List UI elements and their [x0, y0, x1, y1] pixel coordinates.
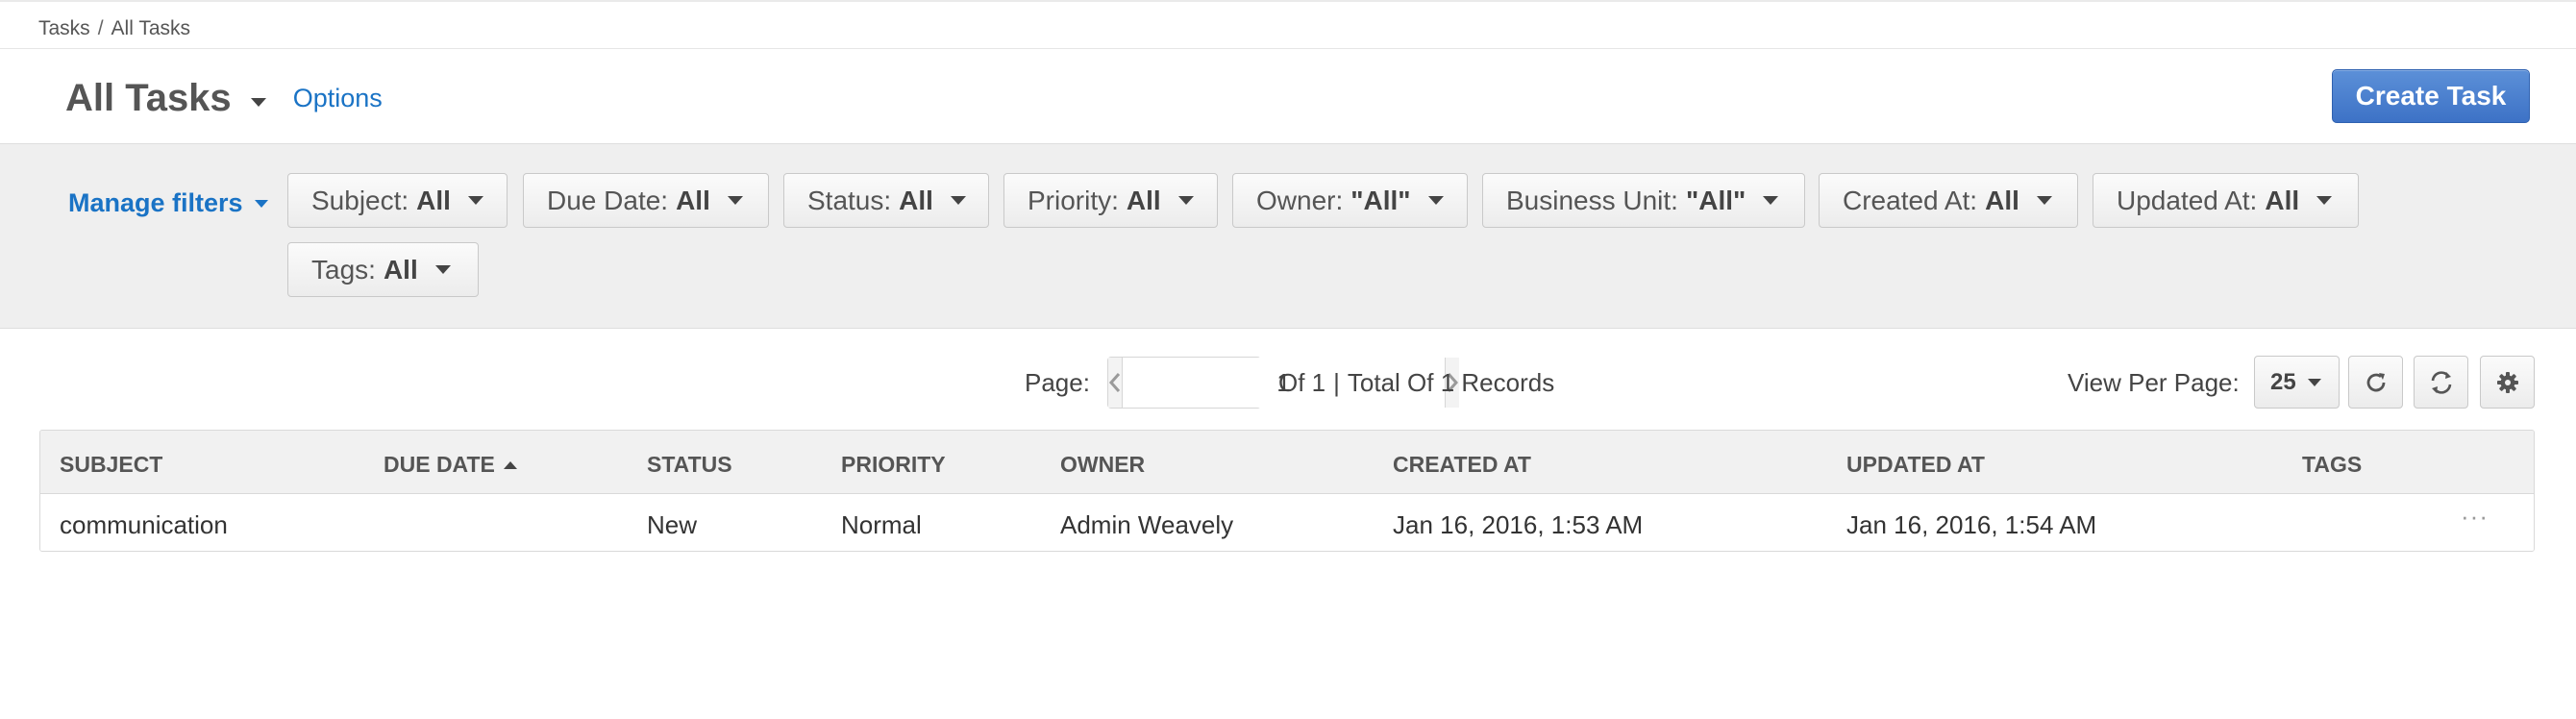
filter-label: Subject: — [311, 185, 409, 215]
filter-status[interactable]: Status: All — [783, 173, 989, 228]
chevron-down-icon — [2316, 196, 2333, 205]
column-header-due-date[interactable]: DUE DATE — [384, 452, 517, 478]
filter-value: All — [1985, 185, 2019, 215]
filter-label: Updated At: — [2117, 185, 2258, 215]
tasks-grid: SUBJECT DUE DATE STATUS PRIORITY OWNER C… — [39, 430, 2535, 552]
chevron-down-icon — [434, 265, 451, 274]
cell-priority: Normal — [841, 510, 922, 539]
chevron-down-icon — [2307, 378, 2321, 386]
manage-filters-label: Manage filters — [68, 187, 243, 217]
record-total: Total Of 1 Records — [1347, 368, 1555, 397]
title-row: All Tasks Options — [65, 67, 383, 129]
filter-value: All — [383, 254, 418, 285]
breadcrumb-parent[interactable]: Tasks — [38, 17, 90, 40]
breadcrumb-current: All Tasks — [111, 17, 191, 39]
chevron-down-icon — [1763, 196, 1779, 205]
view-switcher-chevron-down-icon[interactable] — [250, 97, 266, 107]
top-border — [0, 0, 2576, 2]
filter-value: All — [899, 185, 933, 215]
pager-summary: Of 1 | Total Of 1 Records — [1278, 368, 1554, 398]
gear-icon — [2496, 371, 2518, 393]
table-row[interactable]: communication New Normal Admin Weavely J… — [40, 494, 2534, 551]
filter-label: Status: — [807, 185, 892, 215]
refresh-button[interactable] — [2348, 356, 2403, 409]
options-link[interactable]: Options — [293, 84, 383, 113]
breadcrumb-separator: / — [97, 17, 104, 39]
previous-page-button[interactable] — [1108, 358, 1123, 408]
filter-updated-at[interactable]: Updated At: All — [2093, 173, 2359, 228]
create-task-button[interactable]: Create Task — [2332, 69, 2530, 123]
filter-label: Priority: — [1028, 185, 1119, 215]
chevron-left-icon — [1108, 373, 1121, 392]
filter-due-date[interactable]: Due Date: All — [523, 173, 769, 228]
manage-filters-button[interactable]: Manage filters — [68, 186, 268, 220]
cell-updated-at: Jan 16, 2016, 1:54 AM — [1846, 510, 2097, 539]
column-header-priority[interactable]: PRIORITY — [841, 452, 946, 478]
grid-settings-button[interactable] — [2480, 356, 2535, 409]
chevron-down-icon — [1427, 196, 1444, 205]
filter-label: Tags: — [311, 254, 376, 285]
filter-created-at[interactable]: Created At: All — [1819, 173, 2078, 228]
pagination-control — [1107, 357, 1459, 409]
reset-icon — [2431, 370, 2451, 394]
filter-value: "All" — [1350, 185, 1411, 215]
column-header-label: DUE DATE — [384, 452, 495, 477]
cell-owner: Admin Weavely — [1060, 510, 1234, 539]
filter-value: All — [416, 185, 451, 215]
cell-status: New — [647, 510, 698, 539]
sort-ascending-icon — [503, 460, 517, 469]
breadcrumb: Tasks / All Tasks — [38, 13, 190, 44]
filter-label: Created At: — [1843, 185, 1978, 215]
filter-priority[interactable]: Priority: All — [1003, 173, 1218, 228]
chevron-down-icon — [1177, 196, 1194, 205]
filter-value: All — [1126, 185, 1161, 215]
breadcrumb-divider — [0, 48, 2576, 49]
filter-label: Business Unit: — [1506, 185, 1678, 215]
filter-value: All — [2265, 185, 2300, 215]
filter-value: "All" — [1685, 185, 1746, 215]
chevron-down-icon — [2036, 196, 2052, 205]
cell-subject: communication — [60, 510, 228, 539]
view-per-page-value: 25 — [2270, 368, 2296, 395]
chevron-down-icon — [950, 196, 966, 205]
pager-divider: | — [1333, 368, 1340, 397]
column-header-status[interactable]: STATUS — [647, 452, 732, 478]
column-header-updated-at[interactable]: UPDATED AT — [1846, 452, 1985, 478]
row-actions-ellipsis-icon[interactable]: ··· — [2461, 502, 2499, 533]
chevron-down-icon — [254, 200, 268, 208]
page-count: Of 1 — [1278, 368, 1326, 397]
column-header-tags[interactable]: TAGS — [2302, 452, 2362, 478]
filter-label: Due Date: — [547, 185, 669, 215]
refresh-icon — [2366, 372, 2385, 391]
grid-header: SUBJECT DUE DATE STATUS PRIORITY OWNER C… — [40, 431, 2534, 494]
column-header-subject[interactable]: SUBJECT — [60, 452, 162, 478]
view-per-page-label: View Per Page: — [2068, 368, 2240, 397]
column-header-created-at[interactable]: CREATED AT — [1393, 452, 1531, 478]
filter-business-unit[interactable]: Business Unit: "All" — [1482, 173, 1805, 228]
filter-owner[interactable]: Owner: "All" — [1232, 173, 1468, 228]
filter-subject[interactable]: Subject: All — [287, 173, 508, 228]
page-label: Page: — [1025, 368, 1090, 397]
filter-bar — [0, 143, 2576, 329]
cell-created-at: Jan 16, 2016, 1:53 AM — [1393, 510, 1644, 539]
chevron-down-icon — [727, 196, 743, 205]
reset-button[interactable] — [2414, 356, 2468, 409]
filter-value: All — [676, 185, 710, 215]
view-per-page-select[interactable]: 25 — [2254, 356, 2340, 409]
page-title: All Tasks — [65, 76, 232, 119]
column-header-owner[interactable]: OWNER — [1060, 452, 1145, 478]
filter-label: Owner: — [1256, 185, 1344, 215]
chevron-down-icon — [467, 196, 483, 205]
filter-tags[interactable]: Tags: All — [287, 242, 479, 297]
